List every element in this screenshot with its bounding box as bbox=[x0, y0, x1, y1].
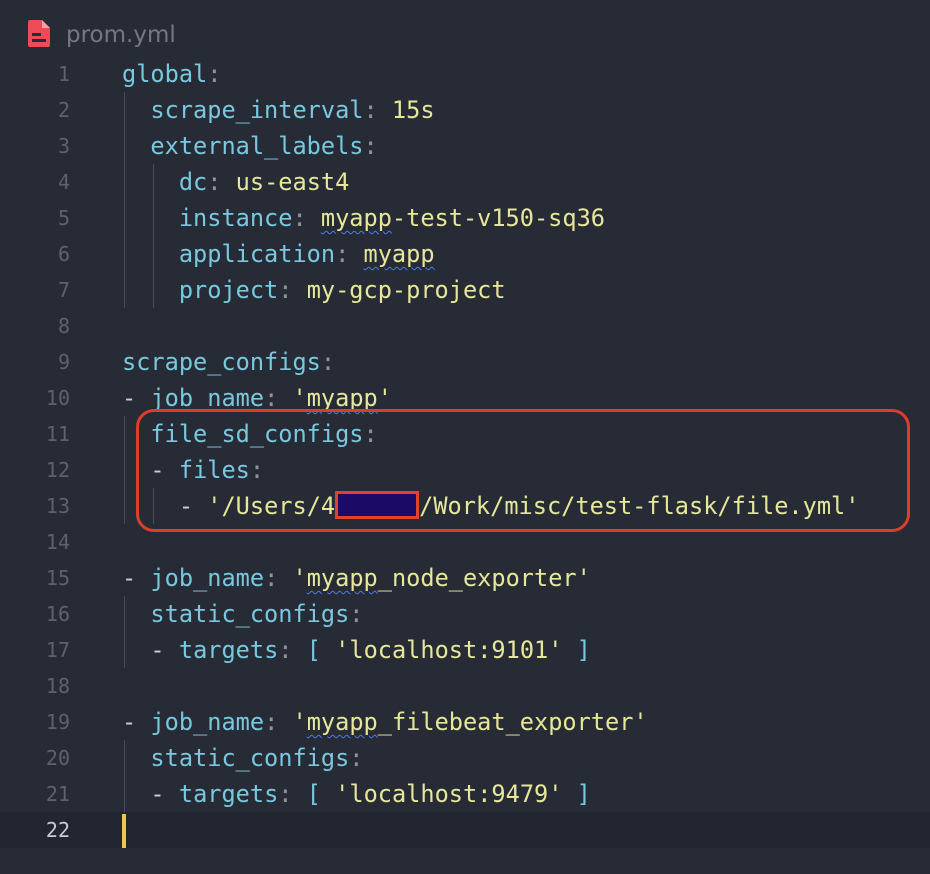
line-number: 14 bbox=[45, 530, 70, 554]
list-dash: - bbox=[150, 636, 165, 664]
code-editor[interactable]: prom.yml 1 global: 2 scrape_interval: 15… bbox=[0, 0, 930, 874]
line-content: static_configs: bbox=[150, 744, 364, 772]
code-line[interactable]: 8 bbox=[0, 308, 930, 344]
line-number: 21 bbox=[45, 782, 70, 806]
line-number: 2 bbox=[57, 98, 70, 122]
line-content: static_configs: bbox=[150, 600, 364, 628]
yaml-value: 'localhost:9479' bbox=[335, 780, 563, 808]
line-number: 10 bbox=[45, 386, 70, 410]
line-number: 17 bbox=[45, 638, 70, 662]
line-number: 5 bbox=[57, 206, 70, 230]
line-content: instance: myapp-test-v150-sq36 bbox=[178, 204, 605, 232]
line-number: 13 bbox=[45, 494, 70, 518]
code-line[interactable]: 1 global: bbox=[0, 56, 930, 92]
yaml-bracket: ] bbox=[576, 780, 591, 808]
editor-tab[interactable]: prom.yml bbox=[0, 0, 930, 62]
line-number: 19 bbox=[45, 710, 70, 734]
line-number: 3 bbox=[57, 134, 70, 158]
yaml-key: static_configs bbox=[150, 600, 350, 628]
yaml-key: job_name bbox=[150, 708, 265, 736]
code-line[interactable]: 18 bbox=[0, 668, 930, 704]
spellcheck-word: myapp bbox=[363, 240, 435, 268]
line-content: project: my-gcp-project bbox=[178, 276, 506, 304]
line-content: - targets: [ 'localhost:9101' ] bbox=[150, 636, 591, 664]
line-content: - job_name: 'myapp_filebeat_exporter' bbox=[122, 708, 648, 736]
line-content: external_labels: bbox=[150, 132, 378, 160]
code-line[interactable]: 2 scrape_interval: 15s bbox=[0, 92, 930, 128]
yaml-key: targets bbox=[178, 636, 279, 664]
code-line[interactable]: 7 project: my-gcp-project bbox=[0, 272, 930, 308]
yaml-key: instance bbox=[178, 204, 293, 232]
line-number: 8 bbox=[57, 314, 70, 338]
list-dash: - bbox=[122, 708, 137, 736]
list-dash: - bbox=[122, 384, 137, 412]
code-line[interactable]: 5 instance: myapp-test-v150-sq36 bbox=[0, 200, 930, 236]
yaml-value: 'localhost:9101' bbox=[335, 636, 563, 664]
line-number: 6 bbox=[57, 242, 70, 266]
line-number: 20 bbox=[45, 746, 70, 770]
yaml-key: project bbox=[178, 276, 279, 304]
yaml-value: us-east4 bbox=[235, 168, 350, 196]
line-number: 16 bbox=[45, 602, 70, 626]
list-dash: - bbox=[122, 564, 137, 592]
yaml-key: external_labels bbox=[150, 132, 364, 160]
line-content: application: myapp bbox=[178, 240, 435, 268]
code-line[interactable]: 19 - job_name: 'myapp_filebeat_exporter' bbox=[0, 704, 930, 740]
line-number: 12 bbox=[45, 458, 70, 482]
spellcheck-word: myapp bbox=[306, 708, 378, 736]
line-number: 18 bbox=[45, 674, 70, 698]
yaml-key: scrape_interval bbox=[150, 96, 364, 124]
line-content: global: bbox=[122, 60, 222, 88]
yaml-value: _node_exporter' bbox=[377, 564, 591, 592]
code-line[interactable]: 16 static_configs: bbox=[0, 596, 930, 632]
line-content: - targets: [ 'localhost:9479' ] bbox=[150, 780, 591, 808]
code-line-current[interactable]: 22 bbox=[0, 812, 930, 848]
code-line[interactable]: 6 application: myapp bbox=[0, 236, 930, 272]
yaml-file-icon bbox=[28, 20, 50, 51]
yaml-key: scrape_configs bbox=[122, 348, 321, 376]
code-line[interactable]: 3 external_labels: bbox=[0, 128, 930, 164]
yaml-value: -test-v150-sq36 bbox=[391, 204, 605, 232]
yaml-key: static_configs bbox=[150, 744, 350, 772]
yaml-key: global bbox=[122, 60, 208, 88]
code-line[interactable]: 21 - targets: [ 'localhost:9479' ] bbox=[0, 776, 930, 812]
yaml-value: _filebeat_exporter' bbox=[377, 708, 648, 736]
line-number: 22 bbox=[45, 818, 70, 842]
spellcheck-word: myapp bbox=[306, 384, 378, 412]
line-number: 1 bbox=[57, 62, 70, 86]
spellcheck-word: myapp bbox=[320, 204, 392, 232]
code-line[interactable]: 9 scrape_configs: bbox=[0, 344, 930, 380]
yaml-bracket: [ bbox=[306, 780, 321, 808]
yaml-value: my-gcp-project bbox=[306, 276, 506, 304]
line-content: scrape_interval: 15s bbox=[150, 96, 435, 124]
code-line[interactable]: 15 - job_name: 'myapp_node_exporter' bbox=[0, 560, 930, 596]
spellcheck-word: myapp bbox=[306, 564, 378, 592]
line-number: 15 bbox=[45, 566, 70, 590]
annotation-highlight-box bbox=[136, 409, 910, 532]
yaml-bracket: ] bbox=[576, 636, 591, 664]
list-dash: - bbox=[150, 780, 165, 808]
tab-filename: prom.yml bbox=[66, 22, 176, 48]
text-cursor bbox=[122, 814, 126, 848]
yaml-value: 15s bbox=[391, 96, 435, 124]
line-content: - job_name: 'myapp_node_exporter' bbox=[122, 564, 591, 592]
code-line[interactable]: 20 static_configs: bbox=[0, 740, 930, 776]
line-number: 11 bbox=[45, 422, 70, 446]
line-number: 7 bbox=[57, 278, 70, 302]
yaml-key: application bbox=[178, 240, 336, 268]
code-line[interactable]: 17 - targets: [ 'localhost:9101' ] bbox=[0, 632, 930, 668]
line-content: scrape_configs: bbox=[122, 348, 336, 376]
yaml-key: dc bbox=[178, 168, 208, 196]
yaml-bracket: [ bbox=[306, 636, 321, 664]
yaml-key: job_name bbox=[150, 384, 265, 412]
yaml-key: targets bbox=[178, 780, 279, 808]
code-line[interactable]: 4 dc: us-east4 bbox=[0, 164, 930, 200]
line-number: 4 bbox=[57, 170, 70, 194]
line-content: dc: us-east4 bbox=[178, 168, 350, 196]
line-number: 9 bbox=[57, 350, 70, 374]
yaml-key: job_name bbox=[150, 564, 265, 592]
